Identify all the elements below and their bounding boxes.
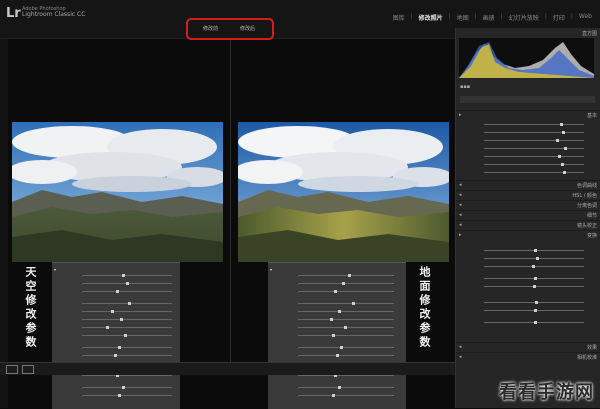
loupe-view-icon[interactable] — [6, 365, 18, 374]
module-map[interactable]: 地图 — [457, 13, 469, 22]
detail-section[interactable]: 细节 — [587, 212, 597, 219]
bottom-toolbar — [0, 362, 455, 375]
watermark: 看看手游网 — [499, 382, 594, 403]
module-print[interactable]: 打印 — [553, 13, 565, 22]
app-brand: Adobe Photoshop Lightroom Classic CC — [22, 6, 85, 18]
compare-divider — [230, 40, 231, 362]
panel-header-mark: ▾ — [54, 267, 57, 272]
lens-section[interactable]: 镜头校正 — [577, 222, 597, 229]
after-photo — [238, 122, 449, 262]
left-panel-collapsed[interactable] — [0, 39, 8, 408]
module-picker: 图库 | 修改照片 | 地图 | 画册 | 幻灯片放映 | 打印 | Web — [392, 13, 592, 22]
split-toning-section[interactable]: 分离色调 — [577, 202, 597, 209]
module-develop[interactable]: 修改照片 — [419, 13, 443, 22]
tool-strip[interactable] — [460, 96, 595, 103]
basic-section[interactable]: 基本 — [587, 112, 597, 119]
transform-sliders — [460, 242, 595, 332]
brand-line-2: Lightroom Classic CC — [22, 11, 86, 18]
sky-edit-note: 天空修改参数 — [24, 266, 37, 350]
before-photo — [12, 122, 223, 262]
hsl-section[interactable]: HSL / 颜色 — [572, 192, 597, 199]
calibration-section[interactable]: 相机校准 — [577, 354, 597, 361]
histogram-title: 直方图 — [581, 31, 597, 37]
after-label: 修改后 — [240, 26, 256, 32]
ground-edit-note: 地面修改参数 — [418, 266, 431, 350]
compare-highlight — [186, 18, 274, 40]
basic-sliders — [460, 120, 595, 180]
effects-section[interactable]: 效果 — [587, 344, 597, 351]
module-web[interactable]: Web — [579, 13, 592, 22]
module-book[interactable]: 画册 — [483, 13, 495, 22]
tone-curve-section[interactable]: 色调曲线 — [577, 182, 597, 189]
module-library[interactable]: 图库 — [393, 13, 405, 22]
after-settings-panel: ▾ — [268, 262, 406, 409]
histogram — [459, 38, 594, 78]
compare-view-icon[interactable] — [22, 365, 34, 374]
module-slideshow[interactable]: 幻灯片放映 — [509, 13, 539, 22]
histogram-readout: ▪▪▪ — [460, 84, 471, 90]
before-settings-panel: ▾ — [52, 262, 180, 409]
before-label: 修改前 — [203, 26, 219, 32]
transform-section[interactable]: 变换 — [587, 232, 597, 239]
right-develop-panel: 直方图 ▪▪▪ ▸ 基本 ◂ 色调曲线 ◂ HSL / 颜色 ◂ 分离色调 ◂ 细节 ◂ 镜… — [455, 28, 600, 408]
lightroom-logo: Lr — [6, 6, 21, 21]
